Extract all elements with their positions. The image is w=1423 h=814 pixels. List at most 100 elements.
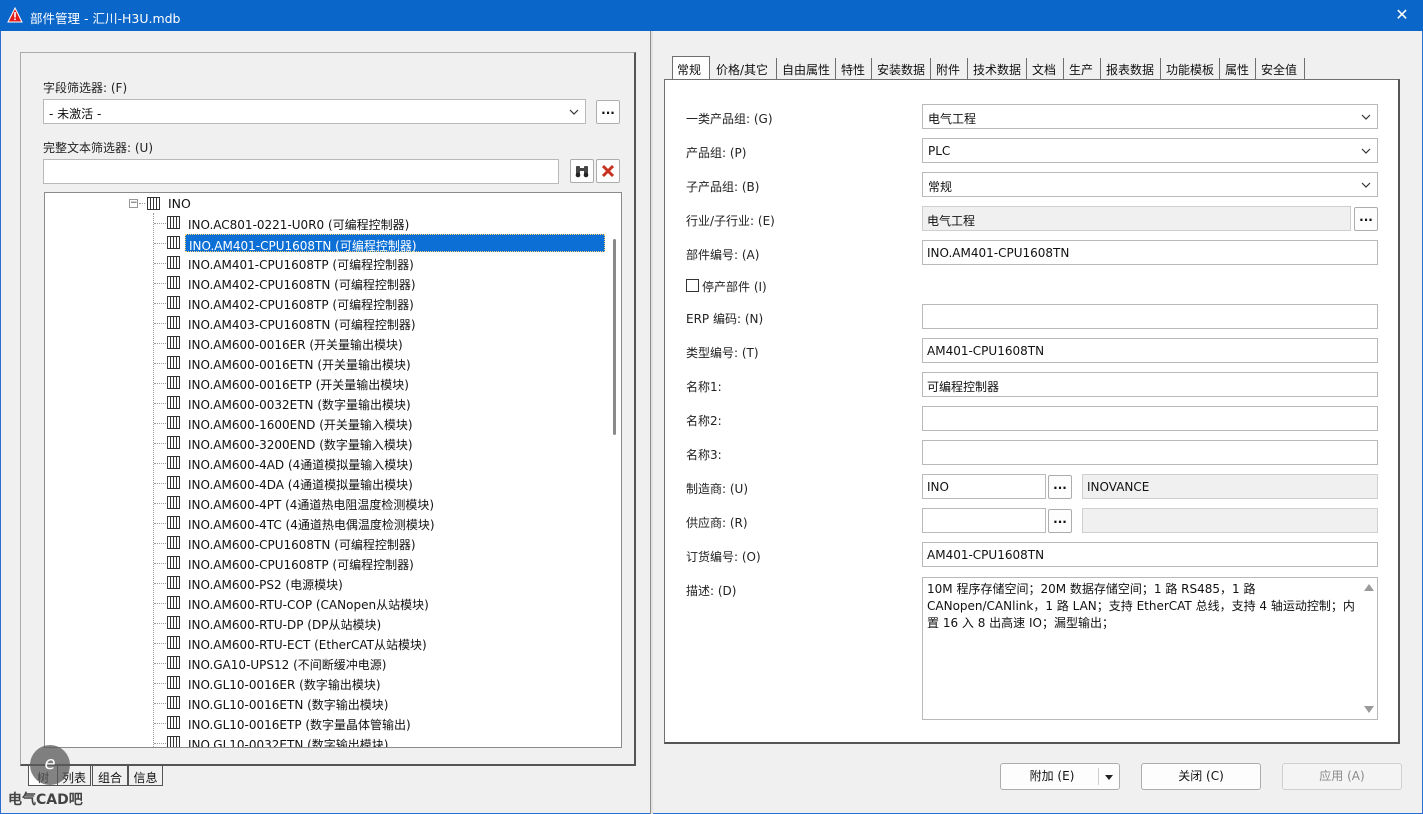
tree-item[interactable]: INO.AM402-CPU1608TP (可编程控制器)	[45, 293, 605, 313]
add-button[interactable]: 附加 (E)	[1000, 763, 1120, 790]
erp-field[interactable]	[922, 304, 1378, 329]
tab-technical-data[interactable]: 技术数据	[969, 58, 1027, 80]
tree-item-label: INO.AM401-CPU1608TN (可编程控制器)	[185, 234, 605, 253]
tab-accessories[interactable]: 附件	[932, 58, 968, 80]
tree-connector	[154, 583, 166, 584]
tree-item-label: INO.AM600-0016ETP (开关量输出模块)	[188, 378, 409, 392]
tree-item[interactable]: INO.AM401-CPU1608TP (可编程控制器)	[45, 253, 605, 273]
clear-filter-button[interactable]	[596, 159, 620, 183]
tree-item[interactable]: INO.AM600-4PT (4通道热电阻温度检测模块)	[45, 493, 605, 513]
product-group1-select[interactable]: 电气工程	[922, 104, 1378, 129]
tab-price[interactable]: 价格/其它	[712, 58, 777, 80]
tree-item-list: INO.AC801-0221-U0R0 (可编程控制器) INO.AM401-CP…	[45, 213, 605, 748]
tree-item[interactable]: INO.AC801-0221-U0R0 (可编程控制器)	[45, 213, 605, 233]
tree-item[interactable]: INO.GL10-0032ETN (数字输出模块)	[45, 733, 605, 748]
scroll-up-icon[interactable]	[1364, 584, 1374, 591]
industry-more-button[interactable]: ...	[1354, 207, 1378, 231]
tab-general[interactable]: 常规	[672, 56, 710, 80]
name2-field[interactable]	[922, 406, 1378, 431]
tree-item[interactable]: INO.AM403-CPU1608TN (可编程控制器)	[45, 313, 605, 333]
tree-item[interactable]: INO.AM600-PS2 (电源模块)	[45, 573, 605, 593]
tab-characteristics[interactable]: 特性	[837, 58, 872, 80]
manufacturer-more-button[interactable]: ...	[1048, 475, 1072, 499]
tab-documents[interactable]: 文档	[1028, 58, 1064, 80]
tree-item[interactable]: INO.AM600-1600END (开关量输入模块)	[45, 413, 605, 433]
order-number-field[interactable]: AM401-CPU1608TN	[922, 542, 1378, 567]
tree-item[interactable]: INO.AM600-CPU1608TN (可编程控制器)	[45, 533, 605, 553]
tree-item[interactable]: INO.AM401-CPU1608TN (可编程控制器)	[45, 233, 605, 253]
scroll-down-icon[interactable]	[1364, 706, 1374, 713]
tree-connector	[154, 223, 166, 224]
field-filter-select[interactable]: - 未激活 -	[43, 99, 586, 124]
tab-info[interactable]: 信息	[128, 765, 163, 786]
industry-field[interactable]: 电气工程	[922, 206, 1351, 231]
discontinued-checkbox[interactable]	[686, 279, 699, 292]
name1-value: 可编程控制器	[927, 380, 1000, 394]
tree-scrollbar[interactable]	[607, 193, 621, 747]
plc-module-icon	[167, 736, 180, 747]
tree-connector	[154, 503, 166, 504]
tree-item-label: INO.AM600-RTU-ECT (EtherCAT从站模块)	[188, 638, 427, 652]
part-number-field[interactable]: INO.AM401-CPU1608TN	[922, 240, 1378, 265]
description-scrollbar[interactable]	[1361, 578, 1377, 719]
watermark-logo-icon: e	[30, 745, 70, 785]
tree-connector	[154, 563, 166, 564]
description-textarea[interactable]: 10M 程序存储空间；20M 数据存储空间；1 路 RS485，1 路 CANo…	[922, 577, 1378, 720]
supplier-more-button[interactable]: ...	[1048, 509, 1072, 533]
tree-item[interactable]: INO.AM600-0016ETP (开关量输出模块)	[45, 373, 605, 393]
tree-item[interactable]: INO.AM402-CPU1608TN (可编程控制器)	[45, 273, 605, 293]
dropdown-arrow-icon[interactable]	[1105, 775, 1113, 780]
tree-connector	[154, 243, 166, 244]
tab-production[interactable]: 生产	[1065, 58, 1101, 80]
tab-mounting-data[interactable]: 安装数据	[873, 58, 931, 80]
tree-item-label: INO.GL10-0032ETN (数字输出模块)	[188, 738, 389, 748]
tree-item[interactable]: INO.AM600-3200END (数字量输入模块)	[45, 433, 605, 453]
supplier-code-field[interactable]	[922, 508, 1046, 533]
collapse-icon[interactable]: −	[129, 199, 138, 208]
tree-item[interactable]: INO.AM600-4AD (4通道模拟量输入模块)	[45, 453, 605, 473]
tree-item[interactable]: INO.GL10-0016ETP (数字量晶体管输出)	[45, 713, 605, 733]
search-button[interactable]	[570, 159, 594, 183]
tab-safety-values[interactable]: 安全值	[1257, 58, 1305, 80]
plc-module-icon	[167, 336, 180, 349]
tree-item[interactable]: INO.AM600-0016ER (开关量输出模块)	[45, 333, 605, 353]
tree-item[interactable]: INO.AM600-RTU-ECT (EtherCAT从站模块)	[45, 633, 605, 653]
tree-item-label: INO.AM600-4PT (4通道热电阻温度检测模块)	[188, 498, 435, 512]
text-filter-input[interactable]	[43, 159, 559, 184]
plc-module-icon	[167, 636, 180, 649]
tree-item[interactable]: INO.AM600-RTU-DP (DP从站模块)	[45, 613, 605, 633]
sub-group-select[interactable]: 常规	[922, 172, 1378, 197]
close-icon[interactable]: ✕	[1391, 4, 1413, 26]
tree-item[interactable]: INO.AM600-4TC (4通道热电偶温度检测模块)	[45, 513, 605, 533]
parts-tree[interactable]: − INO INO.AC801-0221-U0R0 (可编程控制器) INO.AM…	[44, 192, 622, 748]
tree-item[interactable]: INO.AM600-4DA (4通道模拟量输出模块)	[45, 473, 605, 493]
tree-item[interactable]: INO.GA10-UPS12 (不间断缓冲电源)	[45, 653, 605, 673]
tab-function-templates[interactable]: 功能模板	[1162, 58, 1220, 80]
tree-item[interactable]: INO.AM600-0032ETN (数字量输出模块)	[45, 393, 605, 413]
name3-field[interactable]	[922, 440, 1378, 465]
tree-item[interactable]: INO.GL10-0016ETN (数字输出模块)	[45, 693, 605, 713]
manufacturer-name-field: INOVANCE	[1082, 474, 1378, 499]
product-group-select[interactable]: PLC	[922, 138, 1378, 163]
manufacturer-code-field[interactable]: INO	[922, 474, 1046, 499]
tree-scrollbar-thumb[interactable]	[613, 239, 616, 435]
tree-item[interactable]: INO.AM600-0016ETN (开关量输出模块)	[45, 353, 605, 373]
tab-properties[interactable]: 属性	[1221, 58, 1256, 80]
tree-item[interactable]: INO.AM600-CPU1608TP (可编程控制器)	[45, 553, 605, 573]
field-filter-more-button[interactable]: ...	[596, 100, 620, 124]
tree-connector	[154, 683, 166, 684]
tree-item-label: INO.AC801-0221-U0R0 (可编程控制器)	[188, 218, 410, 232]
pane-splitter[interactable]	[650, 31, 653, 814]
close-button[interactable]: 关闭 (C)	[1141, 763, 1261, 790]
tab-report-data[interactable]: 报表数据	[1102, 58, 1161, 80]
plc-module-icon	[167, 596, 180, 609]
name1-field[interactable]: 可编程控制器	[922, 372, 1378, 397]
tree-item[interactable]: INO.GL10-0016ER (数字输出模块)	[45, 673, 605, 693]
field-filter-label: 字段筛选器: (F)	[43, 81, 128, 95]
tree-item-label: INO.AM402-CPU1608TP (可编程控制器)	[188, 298, 414, 312]
plc-module-icon	[167, 696, 180, 709]
type-number-field[interactable]: AM401-CPU1608TN	[922, 338, 1378, 363]
tab-free-properties[interactable]: 自由属性	[778, 58, 836, 80]
apply-button[interactable]: 应用 (A)	[1282, 763, 1402, 790]
tree-item[interactable]: INO.AM600-RTU-COP (CANopen从站模块)	[45, 593, 605, 613]
